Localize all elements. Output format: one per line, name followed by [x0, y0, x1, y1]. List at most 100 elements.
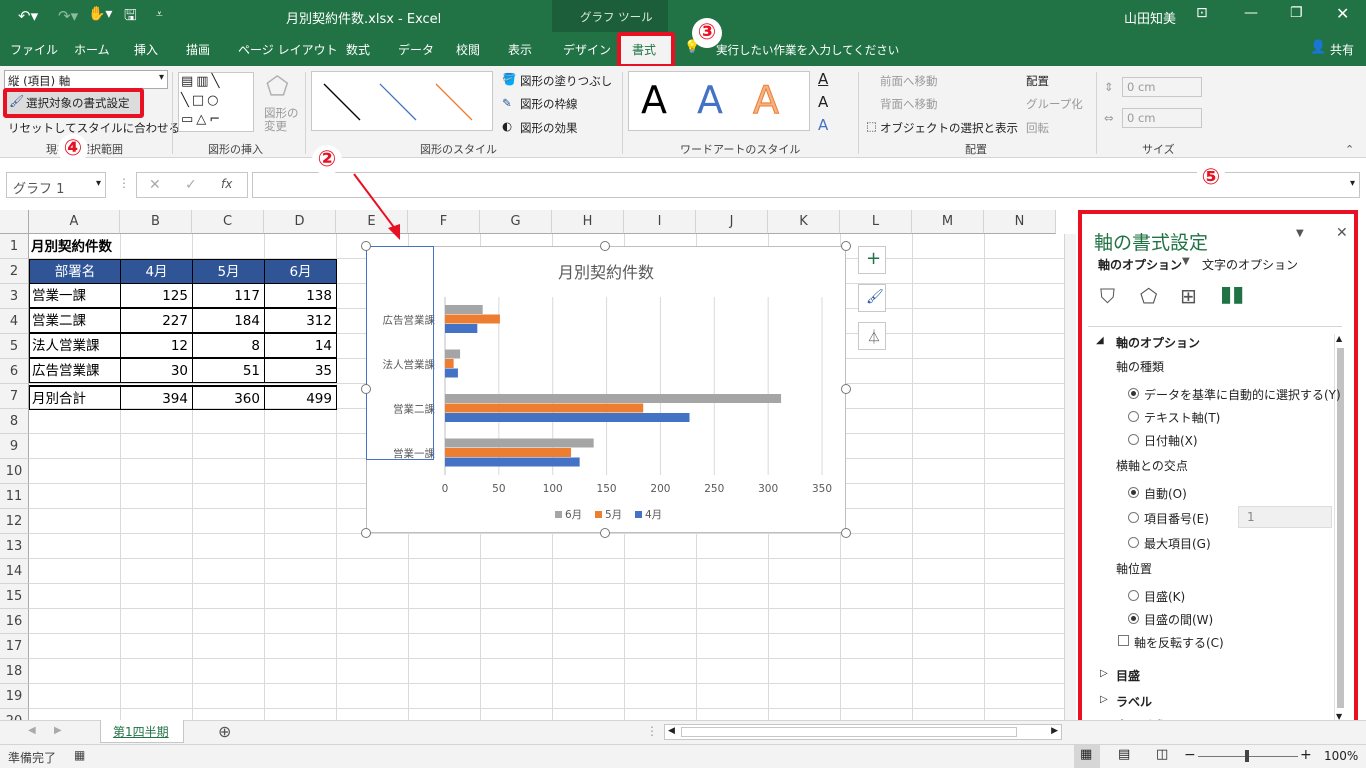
value-cell[interactable]: 184 [192, 308, 265, 333]
resize-handle[interactable] [361, 528, 371, 538]
horizontal-scrollbar[interactable]: ◀ ▶ [664, 724, 1062, 740]
resize-handle[interactable] [600, 528, 610, 538]
column-header[interactable]: D [264, 210, 336, 234]
row-header[interactable]: 19 [0, 684, 29, 709]
tab-draw[interactable]: 描画 [186, 41, 210, 58]
size-properties-icon[interactable]: ⊞ [1180, 284, 1197, 308]
column-header[interactable]: J [696, 210, 768, 234]
row-header[interactable]: 9 [0, 434, 29, 459]
minimize-icon[interactable]: — [1244, 5, 1258, 21]
row-header[interactable]: 15 [0, 584, 29, 609]
name-box[interactable]: グラフ 1 ▾ [6, 172, 106, 198]
crosses-category-input[interactable]: 1 [1238, 506, 1332, 528]
macro-record-icon[interactable]: ▦ [74, 748, 85, 762]
shape-fill-button[interactable]: 図形の塗りつぶし [520, 73, 612, 89]
pane-menu-icon[interactable]: ▼ [1296, 228, 1304, 239]
tab-view[interactable]: 表示 [508, 41, 532, 58]
radio-crosses-auto[interactable] [1128, 487, 1139, 498]
tab-review[interactable]: 校閲 [456, 41, 480, 58]
tab-text-options[interactable]: 文字のオプション [1202, 256, 1298, 273]
department-cell[interactable]: 営業二課 [29, 308, 121, 333]
value-cell[interactable]: 51 [192, 358, 265, 383]
zoom-thumb[interactable] [1245, 750, 1249, 762]
row-header[interactable]: 17 [0, 634, 29, 659]
column-header[interactable]: H [552, 210, 624, 234]
effects-icon[interactable]: ⬠ [1140, 284, 1157, 308]
row-header[interactable]: 8 [0, 409, 29, 434]
value-cell[interactable]: 14 [264, 333, 337, 358]
column-header[interactable]: C [192, 210, 264, 234]
redo-icon[interactable]: ↷▾ [58, 7, 78, 25]
customize-qat-icon[interactable]: ⩡ [156, 7, 163, 22]
undo-icon[interactable]: ↶▾ [18, 7, 38, 25]
cancel-icon[interactable]: ✕ [149, 177, 161, 193]
total-label-cell[interactable]: 月別合計 [29, 385, 121, 410]
column-header[interactable]: K [768, 210, 840, 234]
share-icon[interactable]: 👤 [1310, 40, 1326, 55]
crosses-category-label[interactable]: 項目番号(E) [1144, 510, 1209, 527]
tab-formulas[interactable]: 数式 [346, 41, 370, 58]
restore-icon[interactable]: ❐ [1290, 5, 1303, 21]
value-cell[interactable]: 117 [192, 283, 265, 308]
shapes-gallery[interactable]: ▤▥╲ ╲□○ ▭△⌐ [178, 72, 254, 132]
resize-handle[interactable] [841, 241, 851, 251]
position-between-label[interactable]: 目盛の間(W) [1144, 611, 1213, 628]
resize-handle[interactable] [841, 384, 851, 394]
radio-position-between[interactable] [1128, 613, 1139, 624]
save-icon[interactable]: 🖫 [124, 5, 137, 30]
header-cell[interactable]: 6月 [264, 259, 337, 284]
axis-type-date-label[interactable]: 日付軸(X) [1144, 432, 1198, 449]
reverse-order-checkbox[interactable] [1118, 635, 1129, 646]
bring-forward-button[interactable]: 前面へ移動 [880, 73, 938, 89]
value-cell[interactable]: 227 [120, 308, 193, 333]
tab-data[interactable]: データ [398, 41, 434, 58]
scroll-up-icon[interactable]: ▲ [1336, 334, 1342, 343]
resize-handle[interactable] [841, 528, 851, 538]
wordart-gallery[interactable]: A A A [628, 71, 810, 131]
scroll-left-icon[interactable]: ◀ [28, 725, 36, 736]
user-name[interactable]: 山田知美 [1124, 8, 1176, 27]
resize-handle[interactable] [361, 384, 371, 394]
section-labels[interactable]: ラベル [1116, 693, 1152, 710]
row-header[interactable]: 2 [0, 259, 29, 284]
value-cell[interactable]: 312 [264, 308, 337, 333]
page-layout-view-icon[interactable]: ▤ [1118, 747, 1130, 762]
value-cell[interactable]: 30 [120, 358, 193, 383]
department-cell[interactable]: 広告営業課 [29, 358, 121, 383]
scroll-thumb[interactable] [681, 727, 1017, 737]
value-cell[interactable]: 138 [264, 283, 337, 308]
reset-style-button[interactable]: リセットしてスタイルに合わせる [8, 120, 180, 136]
row-header[interactable]: 14 [0, 559, 29, 584]
sheet-tab-q1[interactable]: 第1四半期 [100, 720, 184, 743]
total-value-cell[interactable]: 499 [264, 385, 337, 410]
fill-line-icon[interactable]: ⛉ [1100, 284, 1115, 308]
split-handle-icon[interactable]: ⋮ [646, 724, 658, 738]
row-header[interactable]: 11 [0, 484, 29, 509]
tab-page-layout[interactable]: ページ レイアウト [238, 41, 338, 58]
crosses-max-label[interactable]: 最大項目(G) [1144, 535, 1211, 552]
radio-position-on-ticks[interactable] [1128, 590, 1139, 601]
expand-formula-icon[interactable]: ▾ [1350, 178, 1355, 189]
table-title[interactable]: 月別契約件数 [31, 235, 112, 260]
insert-function-icon[interactable]: fx [221, 177, 232, 191]
shape-outline-button[interactable]: 図形の枠線 [520, 96, 578, 112]
header-cell[interactable]: 4月 [120, 259, 193, 284]
width-input[interactable]: 0 cm [1122, 108, 1202, 128]
radio-crosses-category[interactable] [1128, 512, 1139, 523]
axis-type-text-label[interactable]: テキスト軸(T) [1144, 409, 1220, 426]
page-break-view-icon[interactable]: ◫ [1156, 747, 1168, 762]
close-icon[interactable]: ✕ [1336, 225, 1348, 241]
row-header[interactable]: 7 [0, 384, 29, 409]
text-fill-icon[interactable]: A [818, 70, 828, 88]
chart-styles-button[interactable]: 🖌 [858, 284, 886, 312]
value-cell[interactable]: 8 [192, 333, 265, 358]
row-header[interactable]: 4 [0, 309, 29, 334]
tab-home[interactable]: ホーム [74, 41, 110, 58]
total-value-cell[interactable]: 360 [192, 385, 265, 410]
change-shape-button[interactable]: 図形の変更 [264, 107, 300, 133]
resize-handle[interactable] [600, 241, 610, 251]
row-header[interactable]: 3 [0, 284, 29, 309]
radio-axis-type-date[interactable] [1128, 434, 1139, 445]
send-backward-button[interactable]: 背面へ移動 [880, 96, 938, 112]
radio-crosses-max[interactable] [1128, 537, 1139, 548]
